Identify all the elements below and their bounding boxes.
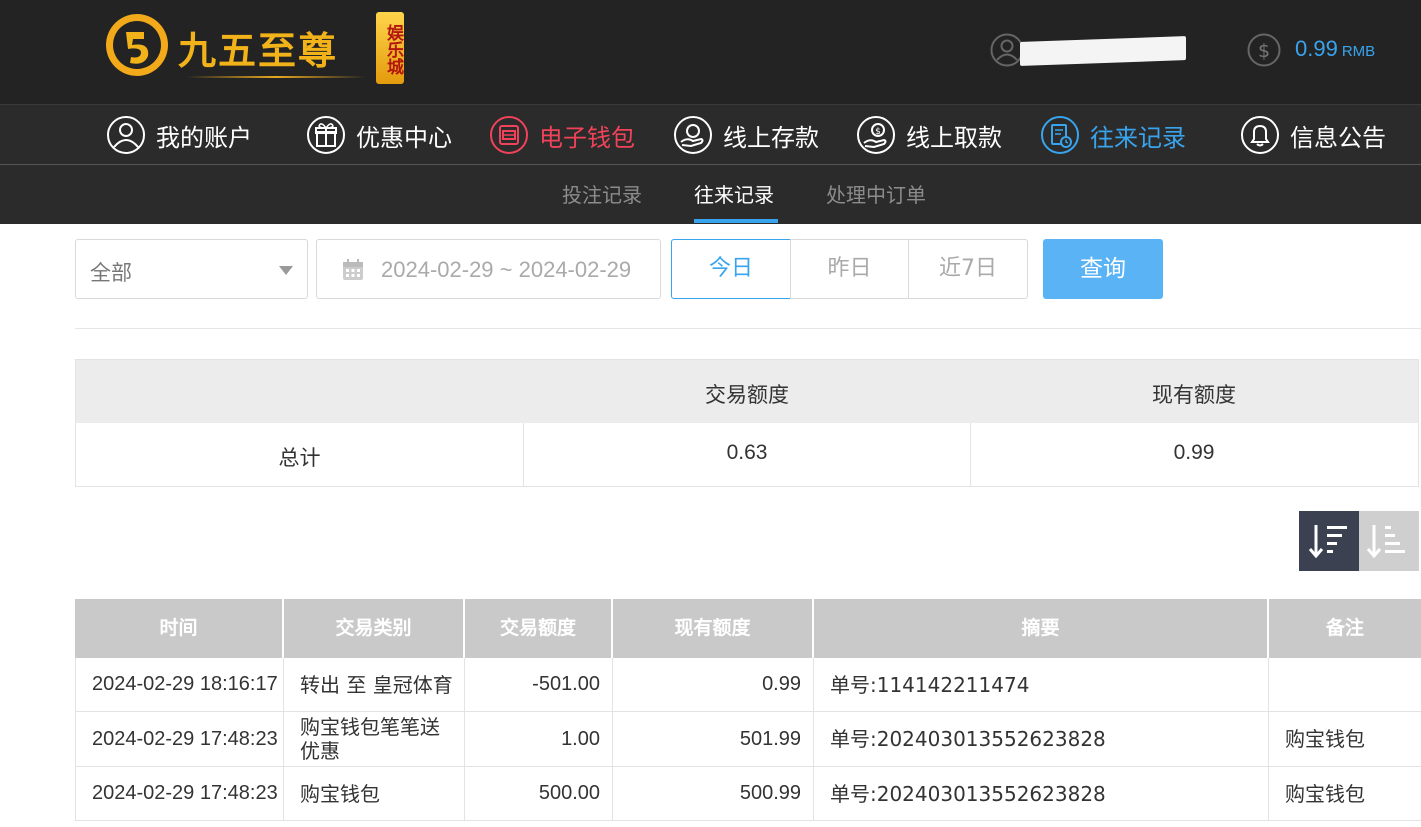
nav-item-account[interactable]: 我的账户 [106, 113, 252, 157]
dollar-icon: $ [1247, 33, 1281, 67]
table-row: 2024-02-29 18:16:17 转出 至 皇冠体育 -501.00 0.… [75, 658, 1421, 712]
cell-summary: 单号:114142211474 [814, 658, 1269, 711]
column-header-time: 时间 [75, 599, 284, 658]
table-row: 2024-02-29 17:48:23 购宝钱包 500.00 500.99 单… [75, 767, 1421, 821]
tab-pending-orders[interactable]: 处理中订单 [826, 179, 926, 208]
query-button[interactable]: 查询 [1043, 239, 1163, 299]
range-7days-button[interactable]: 近7日 [908, 239, 1028, 299]
nav-item-withdraw[interactable]: $ 线上取款 [856, 113, 1002, 157]
nav-item-label: 信息公告 [1290, 123, 1386, 152]
cell-amount: 500.00 [465, 767, 613, 820]
records-header: 时间 交易类别 交易额度 现有额度 摘要 备注 [75, 599, 1421, 658]
cell-time: 2024-02-29 17:48:23 [75, 712, 284, 766]
records-icon [1041, 116, 1079, 154]
select-value: 全部 [90, 261, 132, 285]
summary-table: 交易额度 现有额度 总计 0.63 0.99 [75, 359, 1419, 487]
column-header-remark: 备注 [1325, 617, 1364, 639]
svg-text:$: $ [1258, 40, 1270, 62]
user-icon [107, 116, 145, 154]
cell-balance: 500.99 [613, 767, 814, 820]
wallet-icon [490, 116, 528, 154]
divider [75, 328, 1421, 329]
date-range-picker[interactable]: 2024-02-29 ~ 2024-02-29 [316, 239, 661, 299]
transaction-type-select[interactable]: 全部 [75, 239, 308, 299]
user-icon [990, 33, 1024, 67]
withdraw-icon: $ [857, 116, 895, 154]
cell-type: 转出 至 皇冠体育 [284, 658, 465, 711]
user-account[interactable]: 5 [990, 33, 1190, 67]
range-yesterday-button[interactable]: 昨日 [790, 239, 909, 299]
logo-divider [186, 76, 366, 78]
sort-descending-button[interactable] [1299, 511, 1359, 571]
summary-row-label: 总计 [278, 446, 321, 470]
sort-ascending-icon [1366, 525, 1405, 559]
nav-item-wallet[interactable]: 电子钱包 [489, 113, 635, 157]
column-header-type: 交易类别 [284, 599, 465, 658]
cell-time: 2024-02-29 18:16:17 [75, 658, 284, 711]
main-nav: 我的账户 优惠中心 电子钱包 线上存款 $ 线上取款 往来记录 信息公告 [0, 104, 1421, 165]
tab-bet-records[interactable]: 投注记录 [562, 179, 642, 208]
bell-icon [1241, 116, 1279, 154]
caret-down-icon [279, 266, 293, 275]
username-redaction [1020, 36, 1186, 66]
cell-balance: 0.99 [613, 658, 814, 711]
nav-item-label: 线上取款 [906, 123, 1002, 152]
range-today-button[interactable]: 今日 [671, 239, 791, 299]
cell-time: 2024-02-29 17:48:23 [75, 767, 284, 820]
top-header: 九五至尊 娱乐城 5 $ 0.99RMB [0, 0, 1421, 104]
sort-descending-icon [1308, 525, 1347, 559]
cell-type: 购宝钱包笔笔送优惠 [284, 712, 465, 766]
nav-item-announcements[interactable]: 信息公告 [1240, 113, 1386, 157]
nav-item-promotions[interactable]: 优惠中心 [306, 113, 452, 157]
summary-current-amount: 0.99 [1173, 441, 1215, 464]
cell-remark: 购宝钱包 [1285, 781, 1365, 806]
svg-text:$: $ [875, 127, 881, 137]
logo-emblem-icon [106, 14, 168, 76]
tab-transaction-records[interactable]: 往来记录 [694, 179, 774, 208]
nav-item-deposit[interactable]: 线上存款 [673, 113, 819, 157]
column-header-amount: 交易额度 [465, 599, 613, 658]
cell-type: 购宝钱包 [284, 767, 465, 820]
summary-trade-amount: 0.63 [726, 441, 768, 464]
column-header-balance: 现有额度 [613, 599, 814, 658]
gift-icon [307, 116, 345, 154]
nav-item-label: 优惠中心 [356, 123, 452, 152]
nav-item-label: 往来记录 [1090, 123, 1186, 152]
cell-balance: 501.99 [613, 712, 814, 766]
table-row: 2024-02-29 17:48:23 购宝钱包笔笔送优惠 1.00 501.9… [75, 712, 1421, 767]
date-range-value: 2024-02-29 ~ 2024-02-29 [381, 257, 632, 282]
nav-item-label: 我的账户 [156, 123, 252, 152]
sub-nav: 投注记录 往来记录 处理中订单 [0, 165, 1421, 224]
cell-amount: 1.00 [465, 712, 613, 766]
deposit-icon [674, 116, 712, 154]
cell-summary: 单号:202403013552623828 [814, 712, 1269, 766]
nav-item-label: 电子钱包 [539, 123, 635, 152]
summary-header-trade-amount: 交易额度 [705, 383, 789, 407]
site-logo[interactable]: 九五至尊 娱乐城 [104, 10, 404, 88]
balance-unit: RMB [1341, 43, 1376, 60]
active-tab-indicator [694, 219, 778, 223]
cell-amount: -501.00 [465, 658, 613, 711]
balance-amount: 0.99 RMB [1295, 36, 1376, 61]
cell-type-text: 购宝钱包笔笔送优惠 [300, 715, 440, 763]
cell-remark [1269, 658, 1421, 711]
sort-ascending-button[interactable] [1359, 511, 1419, 571]
cell-summary: 单号:202403013552623828 [814, 767, 1269, 820]
nav-item-label: 线上存款 [723, 123, 819, 152]
calendar-icon [343, 259, 363, 280]
column-header-summary: 摘要 [814, 599, 1269, 658]
summary-header-current-amount: 现有额度 [1152, 383, 1236, 407]
cell-remark: 购宝钱包 [1285, 727, 1365, 751]
nav-item-records[interactable]: 往来记录 [1040, 113, 1186, 157]
logo-text: 九五至尊 [178, 28, 339, 73]
logo-tag: 娱乐城 [376, 12, 404, 84]
